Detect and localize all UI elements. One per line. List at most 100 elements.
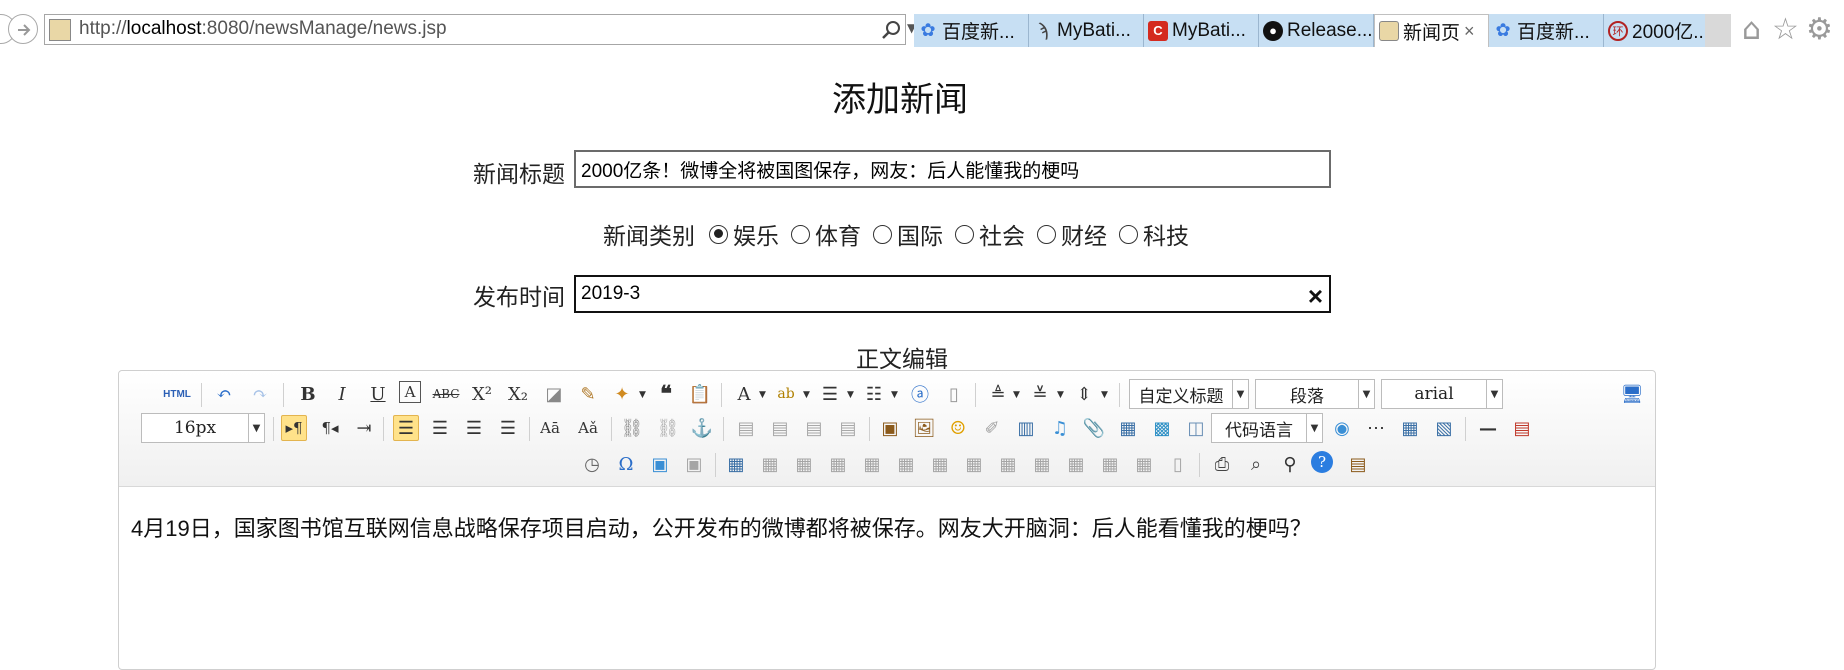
drafts-icon[interactable]: ▤ [1345,451,1371,477]
auto-format-icon[interactable]: ✦ [609,381,635,407]
gmap-icon[interactable]: ▩ [1149,415,1175,441]
template-icon[interactable]: ▦ [1397,415,1423,441]
format-painter-icon[interactable]: ✎ [575,381,601,407]
tab[interactable]: ● Release... [1259,14,1374,47]
gear-icon[interactable]: ⚙ [1806,12,1833,47]
align-right-icon[interactable]: ☰ [461,415,487,441]
chevron-down-icon[interactable]: ▼ [639,390,646,400]
underline-icon[interactable]: U [365,381,391,407]
snap-screen-icon[interactable]: ▣ [681,451,707,477]
ordered-list-icon[interactable]: ☰ [817,381,843,407]
clear-doc-icon[interactable]: ▯ [941,381,967,407]
address-bar[interactable]: http://localhost:8080/newsManage/news.js… [44,14,943,45]
radio-category-entertainment[interactable]: 娱乐 [709,217,779,251]
tab[interactable]: ϡ MyBati... [1029,14,1144,47]
attachment-icon[interactable]: 📎 [1081,415,1107,441]
split-to-rows-icon[interactable]: ▦ [1097,451,1123,477]
page-break-icon[interactable]: ⋯ [1363,415,1389,441]
split-to-cells-icon[interactable]: ▦ [1063,451,1089,477]
radio-category-international[interactable]: 国际 [873,217,943,251]
unordered-list-icon[interactable]: ☷ [861,381,887,407]
tab[interactable]: ✿ 百度新... [1489,14,1604,47]
blockquote-icon[interactable]: ❝ [653,381,679,407]
tab-active[interactable]: 新闻页 × [1374,14,1489,47]
insert-row-icon[interactable]: ▦ [825,451,851,477]
star-icon[interactable]: ☆ [1772,12,1799,47]
chevron-down-icon[interactable]: ▼ [803,390,810,400]
special-chars-icon[interactable]: Ω [613,451,639,477]
chevron-down-icon[interactable]: ▼ [891,390,898,400]
editor-content[interactable]: 4月19日，国家图书馆互联网信息战略保存项目启动，公开发布的微博都将被保存。网友… [131,511,1312,543]
eraser-icon[interactable]: ◪ [541,381,567,407]
music-icon[interactable]: ♫ [1047,415,1073,441]
new-tab-area[interactable] [1705,14,1731,47]
title-input[interactable]: 2000亿条！微博全将被国图保存，网友：后人能懂我的梗吗 [574,150,1331,188]
merge-down-icon[interactable]: ▦ [1029,451,1055,477]
subscript-icon[interactable]: X₂ [505,381,531,407]
anchor-icon[interactable]: ⚓ [689,415,715,441]
insert-paragraph-before-table-icon[interactable]: ▦ [791,451,817,477]
code-language-select[interactable]: 代码语言 ▼ [1211,413,1323,443]
align-left-icon[interactable]: ☰ [393,415,419,441]
paragraph-select[interactable]: 段落 ▼ [1255,379,1375,409]
paste-plain-icon[interactable]: 📋 [687,381,713,407]
line-height-icon[interactable]: ⇕ [1071,381,1097,407]
print-icon[interactable]: ⎙ [1209,451,1235,477]
simple-upload-icon[interactable]: ▣ [877,415,903,441]
chevron-down-icon[interactable]: ▼ [1101,390,1108,400]
image-none-icon[interactable]: ▤ [733,415,759,441]
radio-button[interactable] [709,224,728,244]
radio-button[interactable] [955,224,974,244]
font-family-select[interactable]: arial ▼ [1381,379,1503,409]
image-left-icon[interactable]: ▤ [767,415,793,441]
tab[interactable]: ✿ 百度新... [914,14,1029,47]
chart-icon[interactable]: ▯ [1165,451,1191,477]
close-icon[interactable]: × [1464,21,1475,42]
insert-col-icon[interactable]: ▦ [893,451,919,477]
home-icon[interactable]: ⌂ [1742,12,1761,47]
superscript-icon[interactable]: X² [469,381,495,407]
merge-cells-icon[interactable]: ▦ [961,451,987,477]
insert-video-icon[interactable]: ▥ [1013,415,1039,441]
html-source-icon[interactable]: HTML [159,381,195,407]
strikethrough-icon[interactable]: ABC [433,381,460,407]
insert-image-icon[interactable]: 🖼 [911,415,937,441]
font-color-icon[interactable]: A [731,381,757,407]
preview-icon[interactable]: ⌕ [1243,451,1269,477]
search-icon[interactable] [881,20,901,40]
insert-frame-icon[interactable]: ◫ [1183,415,1209,441]
radio-category-society[interactable]: 社会 [955,217,1025,251]
chevron-down-icon[interactable]: ▼ [847,390,854,400]
forward-button[interactable] [8,14,38,44]
search-replace-icon[interactable]: ⚲ [1277,451,1303,477]
web-app-icon[interactable]: ◉ [1329,415,1355,441]
link-icon[interactable]: ⛓ [619,415,645,441]
radio-button[interactable] [791,224,810,244]
chevron-down-icon[interactable]: ▼ [1057,390,1064,400]
bold-icon[interactable]: B [295,381,321,407]
align-center-icon[interactable]: ☰ [427,415,453,441]
italic-icon[interactable]: I [329,381,355,407]
split-to-cols-icon[interactable]: ▦ [1131,451,1157,477]
rtl-direction-icon[interactable]: ¶◂ [317,415,343,441]
indent-icon[interactable]: ⇥ [351,415,377,441]
time-icon[interactable]: ◷ [579,451,605,477]
uppercase-icon[interactable]: Aā [537,415,563,441]
row-spacing-bottom-icon[interactable]: ≚ [1027,381,1053,407]
radio-button[interactable] [873,224,892,244]
horizontal-rule-icon[interactable]: — [1475,415,1501,441]
scrawl-icon[interactable]: ✐ [979,415,1005,441]
unlink-icon[interactable]: ⛓ [655,415,681,441]
radio-category-technology[interactable]: 科技 [1119,217,1189,251]
date-input[interactable]: 2019-3 × [574,275,1331,313]
fullscreen-icon[interactable]: 🖥 [1619,381,1645,407]
url-text[interactable]: http://localhost:8080/newsManage/news.js… [79,18,447,40]
radio-button[interactable] [1119,224,1138,244]
delete-table-icon[interactable]: ▦ [757,451,783,477]
chevron-down-icon[interactable]: ▼ [759,390,766,400]
undo-icon[interactable]: ↶ [211,381,237,407]
delete-col-icon[interactable]: ▦ [927,451,953,477]
radio-button[interactable] [1037,224,1056,244]
image-right-icon[interactable]: ▤ [801,415,827,441]
radio-category-sports[interactable]: 体育 [791,217,861,251]
